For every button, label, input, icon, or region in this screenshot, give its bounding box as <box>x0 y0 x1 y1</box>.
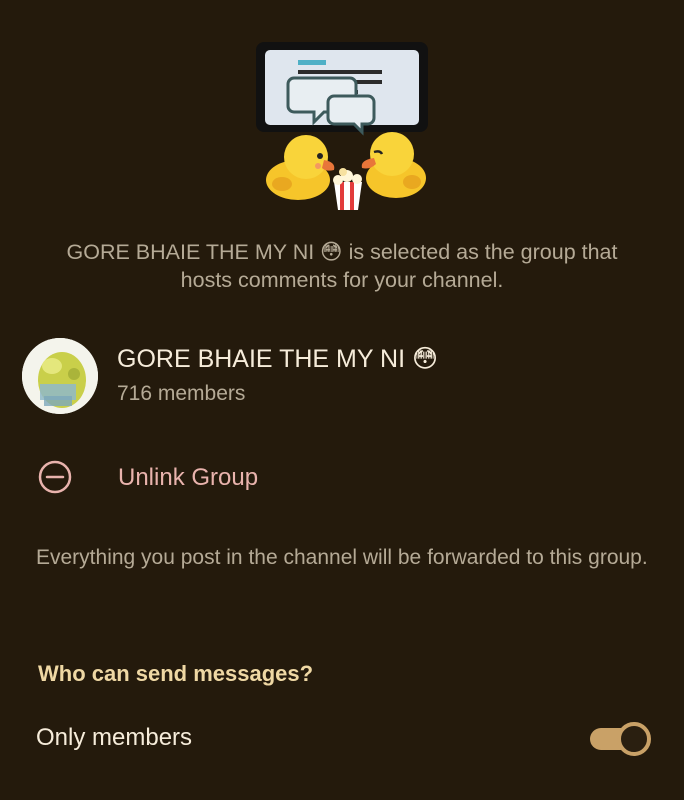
group-name: GORE BHAIE THE MY NI 😳 <box>117 345 439 373</box>
linked-group-description: GORE BHAIE THE MY NI 😳 is selected as th… <box>60 238 624 294</box>
selected-group-name: GORE BHAIE THE MY NI 😳 <box>66 240 343 264</box>
hero-illustration <box>0 0 684 230</box>
only-members-label: Only members <box>36 724 193 751</box>
linked-group-row[interactable]: GORE BHAIE THE MY NI 😳 716 members <box>0 330 684 420</box>
only-members-toggle[interactable] <box>588 720 651 756</box>
unlink-group-button[interactable]: Unlink Group <box>0 442 684 514</box>
unlink-group-label: Unlink Group <box>118 464 259 491</box>
avatar <box>22 338 98 414</box>
toggle-knob <box>617 722 651 756</box>
group-member-count: 716 members <box>117 382 246 405</box>
group-avatar-image <box>22 338 98 414</box>
minus-circle-icon <box>38 460 72 494</box>
ducks-popcorn-sticker <box>256 42 428 210</box>
only-members-row[interactable]: Only members <box>0 708 684 770</box>
section-header-who-can-send: Who can send messages? <box>38 661 314 686</box>
forward-info-text: Everything you post in the channel will … <box>36 546 648 569</box>
